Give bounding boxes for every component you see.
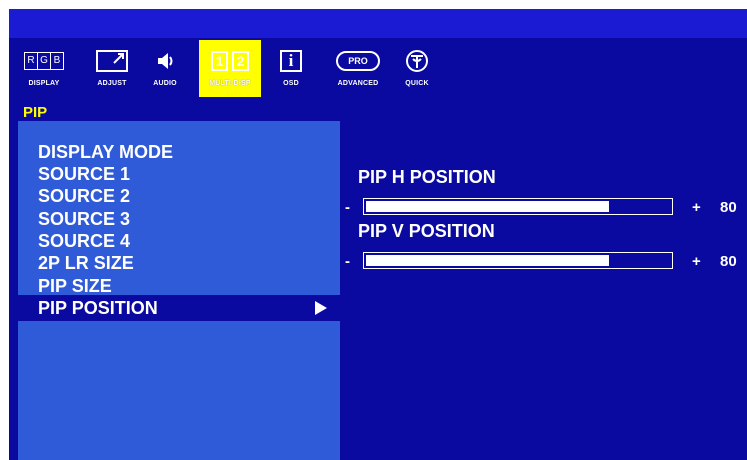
tab-label: ADVANCED [337, 80, 379, 87]
pip-v-position-slider[interactable] [363, 252, 673, 269]
pip-v-value: 80 [720, 253, 737, 270]
multi-display-icon: 1 2 [199, 48, 261, 74]
submenu-arrow-icon [315, 301, 327, 315]
menu-item-source-4[interactable]: SOURCE 4 [38, 231, 130, 252]
multi-display-digit-1: 1 [211, 51, 228, 71]
menu-item-display-mode[interactable]: DISPLAY MODE [38, 142, 173, 163]
tab-osd[interactable]: i OSD [273, 40, 309, 97]
tab-label: OSD [283, 80, 299, 87]
pro-icon: PRO [332, 48, 384, 74]
pip-v-position-fill [366, 255, 609, 266]
tab-audio[interactable]: AUDIO [147, 40, 183, 97]
osd-window: R G B DISPLAY ADJUST AUDIO 1 2 MULTI-DIS… [9, 9, 747, 460]
rgb-icon: R G B [21, 48, 67, 74]
info-letter: i [280, 50, 302, 72]
tab-bar: R G B DISPLAY ADJUST AUDIO 1 2 MULTI-DIS… [9, 38, 747, 99]
pip-h-position-fill [366, 201, 609, 212]
menu-item-source-1[interactable]: SOURCE 1 [38, 164, 130, 185]
settings-panel: PIP H POSITION - + 80 PIP V POSITION - +… [340, 121, 747, 460]
multi-display-digit-2: 2 [232, 51, 249, 71]
pip-v-minus[interactable]: - [345, 254, 350, 270]
tab-label: MULTI-DISP [209, 80, 251, 87]
quick-icon [399, 48, 435, 74]
menu-item-pip-position[interactable]: PIP POSITION [18, 295, 340, 321]
tab-adjust[interactable]: ADJUST [89, 40, 135, 97]
tab-multi-disp[interactable]: 1 2 MULTI-DISP [199, 40, 261, 97]
pip-h-plus[interactable]: + [692, 200, 701, 216]
menu-item-2p-lr-size[interactable]: 2P LR SIZE [38, 253, 134, 274]
speaker-icon [147, 48, 183, 74]
tab-label: QUICK [405, 80, 429, 87]
info-icon: i [273, 48, 309, 74]
menu-item-source-3[interactable]: SOURCE 3 [38, 209, 130, 230]
menu-item-source-2[interactable]: SOURCE 2 [38, 186, 130, 207]
tab-display[interactable]: R G B DISPLAY [21, 40, 67, 97]
pip-v-position-label: PIP V POSITION [358, 221, 495, 241]
pip-h-minus[interactable]: - [345, 200, 350, 216]
pip-v-plus[interactable]: + [692, 254, 701, 270]
rgb-letter-b: B [53, 55, 61, 66]
pip-h-position-slider[interactable] [363, 198, 673, 215]
top-strip [9, 9, 747, 38]
tab-label: ADJUST [97, 80, 127, 87]
pip-menu: DISPLAY MODE SOURCE 1 SOURCE 2 SOURCE 3 … [18, 121, 340, 460]
tab-quick[interactable]: QUICK [399, 40, 435, 97]
menu-item-label: PIP POSITION [38, 298, 158, 318]
tab-label: DISPLAY [28, 80, 60, 87]
adjust-icon [89, 48, 135, 74]
menu-item-pip-size[interactable]: PIP SIZE [38, 276, 112, 297]
pip-h-value: 80 [720, 199, 737, 216]
pip-h-position-label: PIP H POSITION [358, 167, 496, 187]
tab-label: AUDIO [153, 80, 177, 87]
pro-text: PRO [336, 51, 380, 71]
tab-advanced[interactable]: PRO ADVANCED [332, 40, 384, 97]
rgb-letter-g: G [38, 53, 51, 69]
rgb-letter-r: R [25, 53, 38, 69]
